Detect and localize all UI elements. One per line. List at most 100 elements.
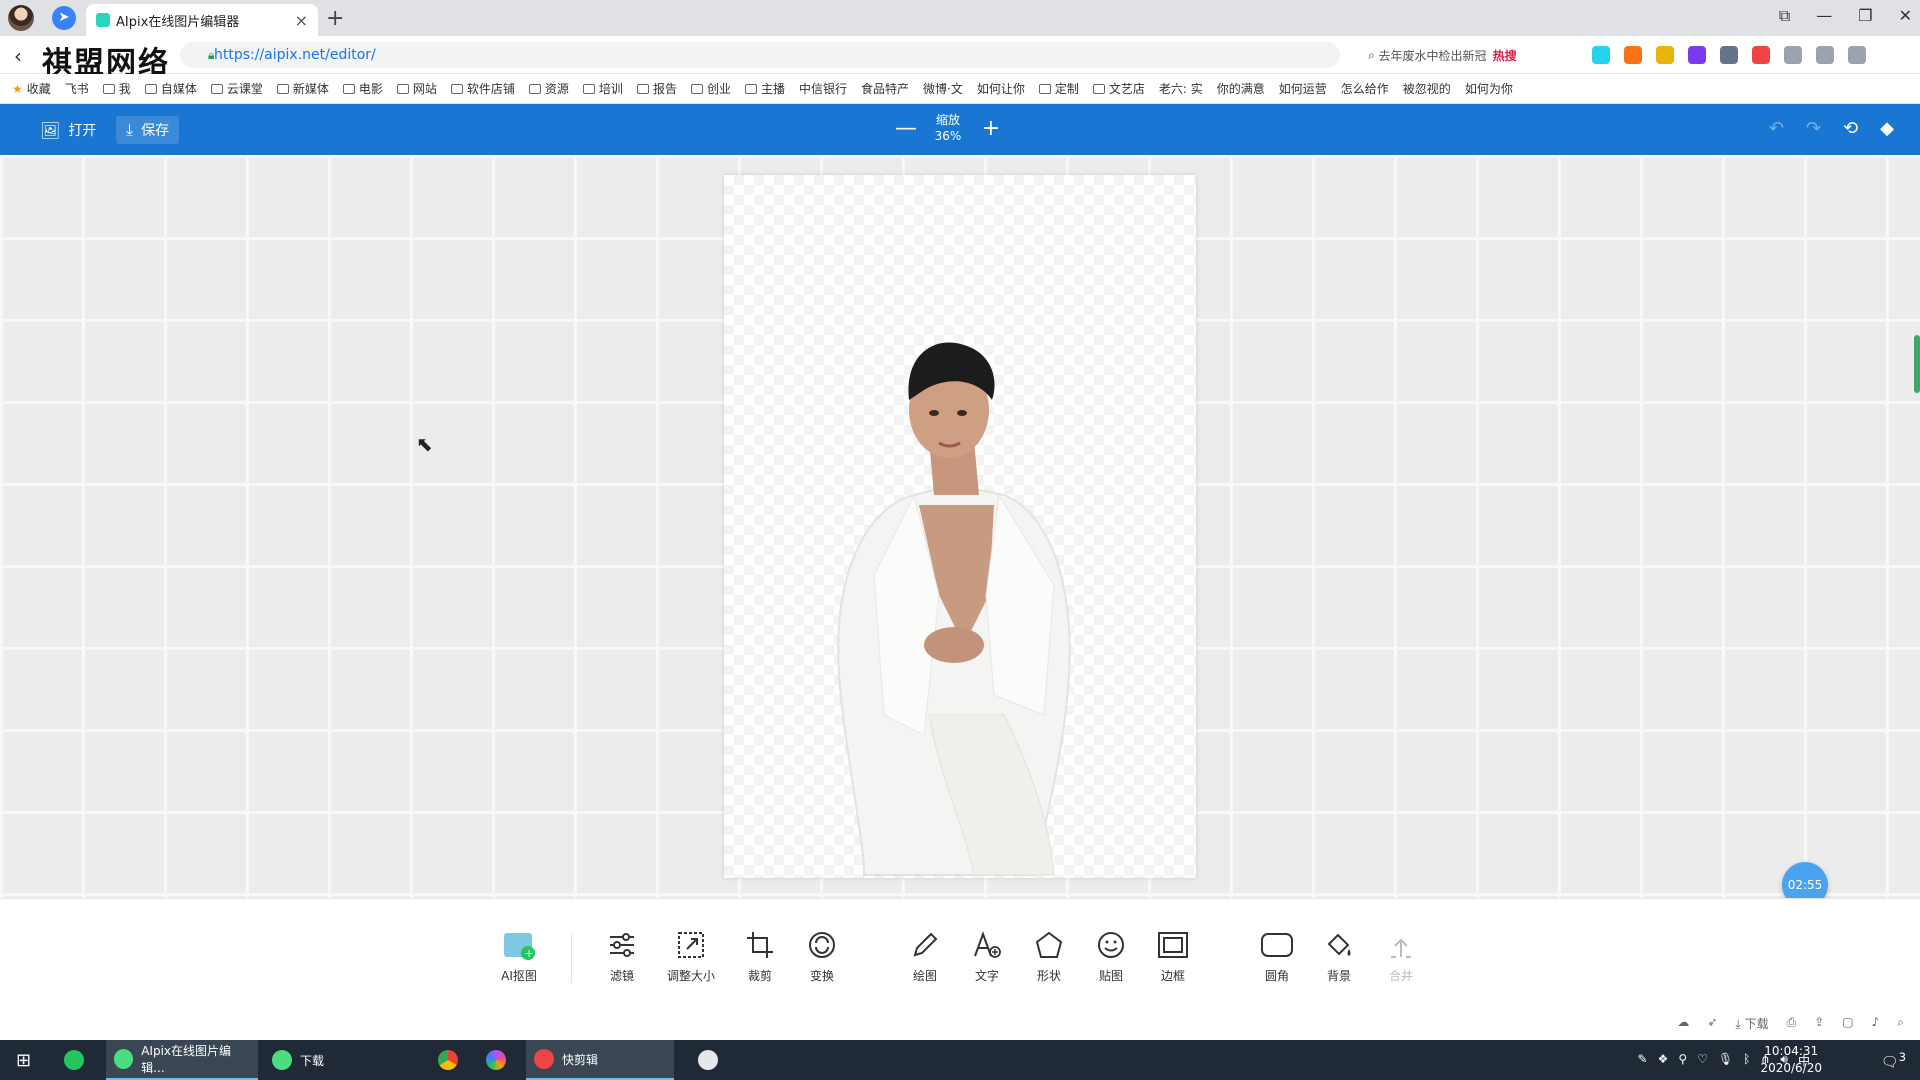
undo-icon[interactable] [1816, 46, 1834, 64]
redo-icon[interactable]: ↷ [1806, 118, 1821, 139]
tool-background[interactable]: 背景 [1304, 927, 1374, 984]
taskbar-settings[interactable] [690, 1040, 734, 1080]
bookmark-item[interactable]: 如何为你 [1465, 80, 1513, 97]
minimize-button[interactable]: — [1816, 6, 1832, 26]
tool-ai-matting[interactable]: + AI抠图 [484, 927, 554, 984]
image-artboard[interactable] [724, 175, 1196, 878]
extension-icon[interactable] [1656, 46, 1674, 64]
tool-crop[interactable]: 裁剪 [725, 927, 795, 984]
bookmark-item[interactable]: 网站 [396, 80, 437, 97]
restore-button[interactable]: ❐ [1858, 6, 1872, 26]
save-button[interactable]: ⤓ 保存 [116, 116, 180, 144]
tool-resize[interactable]: 调整大小 [656, 927, 726, 984]
clock-time: 10:04:31 [1764, 1044, 1819, 1058]
bookmark-item[interactable]: 主播 [744, 80, 785, 97]
bookmark-item[interactable]: 老六: 实 [1159, 80, 1203, 97]
taskbar-app-kuaijianji[interactable]: 快剪辑 [526, 1040, 674, 1080]
compass-icon[interactable]: ➤ [52, 6, 76, 30]
taskbar-app-color[interactable] [478, 1040, 522, 1080]
taskbar-app-downloads[interactable]: 下载 [264, 1040, 414, 1080]
bookmark-item[interactable]: 中信银行 [799, 80, 847, 97]
tray-icon[interactable]: ❖ [1658, 1052, 1669, 1069]
bookmark-item[interactable]: 自媒体 [144, 80, 197, 97]
zoom-out-button[interactable]: — [895, 116, 917, 141]
mic-icon[interactable]: 🎙︎ [1718, 1052, 1733, 1069]
new-tab-button[interactable]: + [326, 6, 344, 31]
grid-icon[interactable] [1784, 46, 1802, 64]
bookmark-item[interactable]: ★ 收藏 [12, 80, 51, 97]
tool-rounded-corner[interactable]: 圆角 [1242, 927, 1312, 984]
bookmark-item[interactable]: 被忽视的 [1403, 80, 1451, 97]
bookmark-item[interactable]: 我 [102, 80, 131, 97]
search-box[interactable]: ⌕ 去年废水中检出新冠 热搜 [1368, 44, 1568, 66]
profile-avatar[interactable] [8, 5, 34, 31]
weibo-icon[interactable] [1752, 46, 1770, 64]
url-input[interactable]: 🔒︎ https://aipix.net/editor/ [180, 42, 1340, 68]
undo-icon[interactable]: ↶ [1769, 118, 1784, 139]
taskbar-app-editor[interactable]: AIpix在线图片编辑... [106, 1040, 258, 1080]
scissors-icon[interactable] [1720, 46, 1738, 64]
scrollbar-thumb[interactable] [1914, 335, 1920, 393]
close-window-button[interactable]: ✕ [1899, 6, 1912, 26]
bookmark-item[interactable]: 定制 [1038, 80, 1079, 97]
clock[interactable]: 10:04:31 2020/6/20 [1760, 1043, 1822, 1077]
close-tab-icon[interactable]: × [295, 11, 308, 30]
tool-merge[interactable]: 合并 [1366, 927, 1436, 984]
tray-icon[interactable]: ⚲ [1678, 1052, 1687, 1069]
tray-icon[interactable]: ✎ [1638, 1052, 1648, 1069]
bookmark-item[interactable]: 培训 [582, 80, 623, 97]
back-arrow-icon[interactable]: ‹ [14, 44, 22, 68]
bookmark-item[interactable]: 新媒体 [276, 80, 329, 97]
editor-canvas[interactable]: ⬉ [0, 155, 1920, 898]
bookmark-item[interactable]: 食品特产 [861, 80, 909, 97]
notification-icon[interactable]: 🗨︎3 [1881, 1050, 1906, 1071]
bookmark-item[interactable]: 如何让你 [977, 80, 1025, 97]
extension-icons [1592, 46, 1866, 64]
zoom-label: 缩放 [935, 113, 960, 127]
tool-text[interactable]: 文字 [952, 927, 1022, 984]
bookmark-item[interactable]: 报告 [636, 80, 677, 97]
taskbar-wechat[interactable] [56, 1040, 100, 1080]
paint-bucket-icon [1304, 927, 1374, 963]
history-icon[interactable]: ⟲ [1843, 118, 1858, 139]
bookmark-item[interactable]: 如何运营 [1279, 80, 1327, 97]
bookmark-item[interactable]: 电影 [342, 80, 383, 97]
windows-start-icon[interactable]: ⊞ [8, 1040, 39, 1080]
zoom-in-button[interactable]: + [982, 116, 1000, 141]
menu-icon[interactable] [1848, 46, 1866, 64]
folder-icon [342, 83, 355, 94]
share-icon[interactable]: ⇪ [1814, 1015, 1824, 1032]
tool-draw[interactable]: 绘图 [890, 927, 960, 984]
tool-sticker[interactable]: 贴图 [1076, 927, 1146, 984]
window-icon[interactable]: ▢ [1842, 1015, 1853, 1032]
extension-icon[interactable] [1592, 46, 1610, 64]
tool-shape[interactable]: 形状 [1014, 927, 1084, 984]
tool-transform[interactable]: 变换 [787, 927, 857, 984]
bookmark-item[interactable]: 创业 [690, 80, 731, 97]
download-status[interactable]: ⤓ 下载 [1735, 1015, 1768, 1032]
rocket-icon[interactable]: ➶ [1707, 1015, 1717, 1032]
volume-icon[interactable]: ♪ [1872, 1015, 1880, 1032]
bookmark-item[interactable]: 你的满意 [1217, 80, 1265, 97]
bookmark-item[interactable]: 怎么给作 [1341, 80, 1389, 97]
bookmark-item[interactable]: 软件店铺 [450, 80, 515, 97]
bookmark-item[interactable]: 文艺店 [1092, 80, 1145, 97]
tool-frame[interactable]: 边框 [1138, 927, 1208, 984]
print-icon[interactable]: ⎙ [1787, 1015, 1797, 1032]
layers-icon[interactable]: ◆ [1880, 118, 1894, 139]
zoom-icon[interactable]: ⌕ [1897, 1015, 1904, 1032]
cloud-icon[interactable]: ☁ [1677, 1015, 1689, 1032]
bluetooth-icon[interactable]: ᛒ [1743, 1052, 1750, 1069]
open-button[interactable]: 🖼︎ 打开 [30, 116, 106, 144]
pin-icon[interactable]: ⧉ [1779, 6, 1790, 26]
bookmark-item[interactable]: 云课堂 [210, 80, 263, 97]
browser-tab[interactable]: AIpix在线图片编辑器 × [86, 4, 318, 36]
taskbar-chrome[interactable] [430, 1040, 474, 1080]
bookmark-item[interactable]: 飞书 [65, 80, 89, 97]
tool-filter[interactable]: 滤镜 [587, 927, 657, 984]
bookmark-item[interactable]: 微博·文 [923, 80, 963, 97]
extension-icon[interactable] [1624, 46, 1642, 64]
extension-icon[interactable] [1688, 46, 1706, 64]
tray-icon[interactable]: ♡ [1697, 1052, 1708, 1069]
bookmark-item[interactable]: 资源 [528, 80, 569, 97]
